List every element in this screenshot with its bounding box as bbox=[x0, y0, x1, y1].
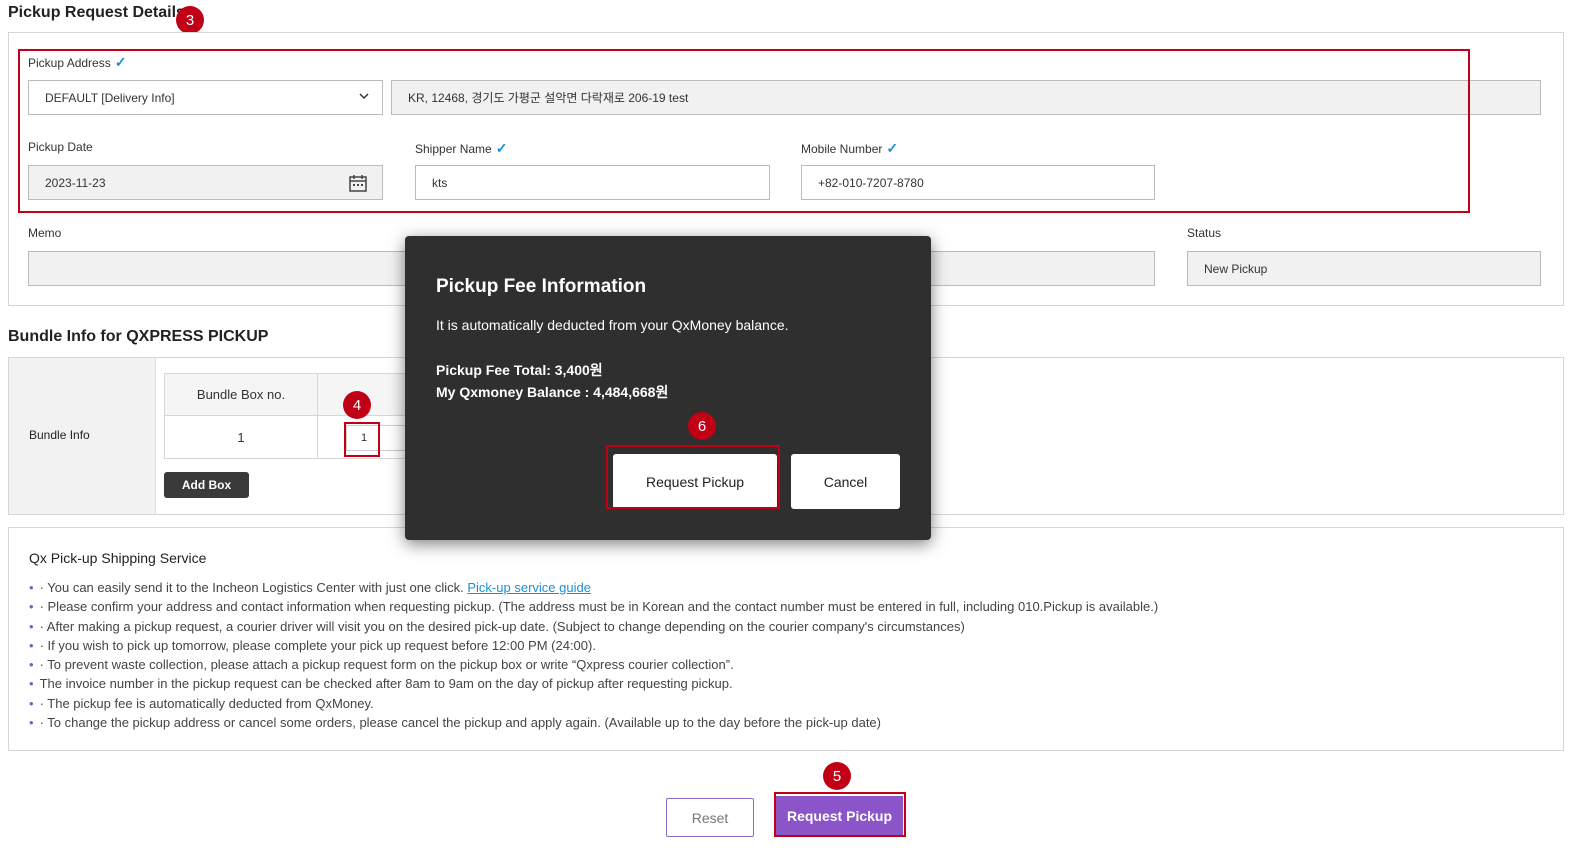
annotation-highlight-weight bbox=[344, 422, 380, 457]
reset-button[interactable]: Reset bbox=[666, 798, 754, 837]
status-field: New Pickup bbox=[1187, 251, 1541, 286]
modal-title: Pickup Fee Information bbox=[436, 276, 647, 297]
cell-box-no: 1 bbox=[164, 415, 318, 459]
list-item: • · Please confirm your address and conta… bbox=[29, 597, 1158, 616]
notice-text: · To change the pickup address or cancel… bbox=[39, 715, 881, 731]
notice-panel: Qx Pick-up Shipping Service • · You can e… bbox=[8, 527, 1564, 751]
pickup-fee-modal: Pickup Fee Information It is automatical… bbox=[405, 236, 931, 540]
notice-text: · After making a pickup request, a couri… bbox=[39, 618, 965, 634]
list-item: • · After making a pickup request, a cour… bbox=[29, 617, 1158, 636]
annotation-highlight-modal-request bbox=[606, 445, 780, 509]
list-item: • · The pickup fee is automatically deduc… bbox=[29, 694, 1158, 713]
list-item: • · If you wish to pick up tomorrow, plea… bbox=[29, 636, 1158, 655]
annotation-marker-3: 3 bbox=[176, 6, 204, 34]
notice-text: · You can easily send it to the Incheon … bbox=[39, 580, 464, 595]
notice-list: • · You can easily send it to the Incheon… bbox=[29, 578, 1158, 732]
list-item: • The invoice number in the pickup reques… bbox=[29, 674, 1158, 693]
add-box-button[interactable]: Add Box bbox=[164, 472, 249, 498]
bullet-icon: • bbox=[29, 618, 34, 634]
bundle-info-header-cell: Bundle Info bbox=[8, 357, 156, 515]
notice-text: · If you wish to pick up tomorrow, pleas… bbox=[39, 637, 596, 653]
col-bundle-box-no: Bundle Box no. bbox=[164, 373, 318, 416]
bullet-icon: • bbox=[29, 657, 34, 673]
notice-title: Qx Pick-up Shipping Service bbox=[29, 550, 207, 566]
bullet-icon: • bbox=[29, 676, 34, 692]
annotation-marker-6: 6 bbox=[688, 412, 716, 440]
notice-text: · Please confirm your address and contac… bbox=[39, 599, 1159, 615]
bullet-icon: • bbox=[29, 637, 34, 653]
pickup-guide-link[interactable]: Pick-up service guide bbox=[467, 580, 591, 595]
bullet-icon: • bbox=[29, 715, 34, 731]
list-item: • · To change the pickup address or cance… bbox=[29, 713, 1158, 732]
notice-text: · The pickup fee is automatically deduct… bbox=[39, 695, 374, 711]
notice-text: · To prevent waste collection, please at… bbox=[39, 657, 734, 673]
memo-label: Memo bbox=[28, 226, 62, 240]
bundle-info-label: Bundle Info bbox=[29, 428, 90, 442]
modal-fee-total: Pickup Fee Total: 3,400원 bbox=[436, 362, 603, 378]
pickup-details-title: Pickup Request Details bbox=[8, 4, 185, 21]
bundle-info-title: Bundle Info for QXPRESS PICKUP bbox=[8, 328, 269, 345]
bullet-icon: • bbox=[29, 599, 34, 615]
annotation-highlight-address bbox=[18, 49, 1470, 213]
notice-text: The invoice number in the pickup request… bbox=[39, 676, 733, 692]
modal-balance: My Qxmoney Balance : 4,484,668원 bbox=[436, 384, 669, 400]
bullet-icon: • bbox=[29, 695, 34, 711]
modal-description: It is automatically deducted from your Q… bbox=[436, 317, 789, 333]
list-item: • · To prevent waste collection, please a… bbox=[29, 655, 1158, 674]
status-label: Status bbox=[1187, 226, 1222, 240]
annotation-highlight-request bbox=[774, 792, 906, 837]
annotation-marker-5: 5 bbox=[823, 762, 851, 790]
bullet-icon: • bbox=[29, 580, 34, 595]
modal-cancel-button[interactable]: Cancel bbox=[791, 454, 900, 509]
list-item: • · You can easily send it to the Incheon… bbox=[29, 578, 1158, 597]
status-value: New Pickup bbox=[1204, 261, 1268, 276]
annotation-marker-4: 4 bbox=[343, 391, 371, 419]
